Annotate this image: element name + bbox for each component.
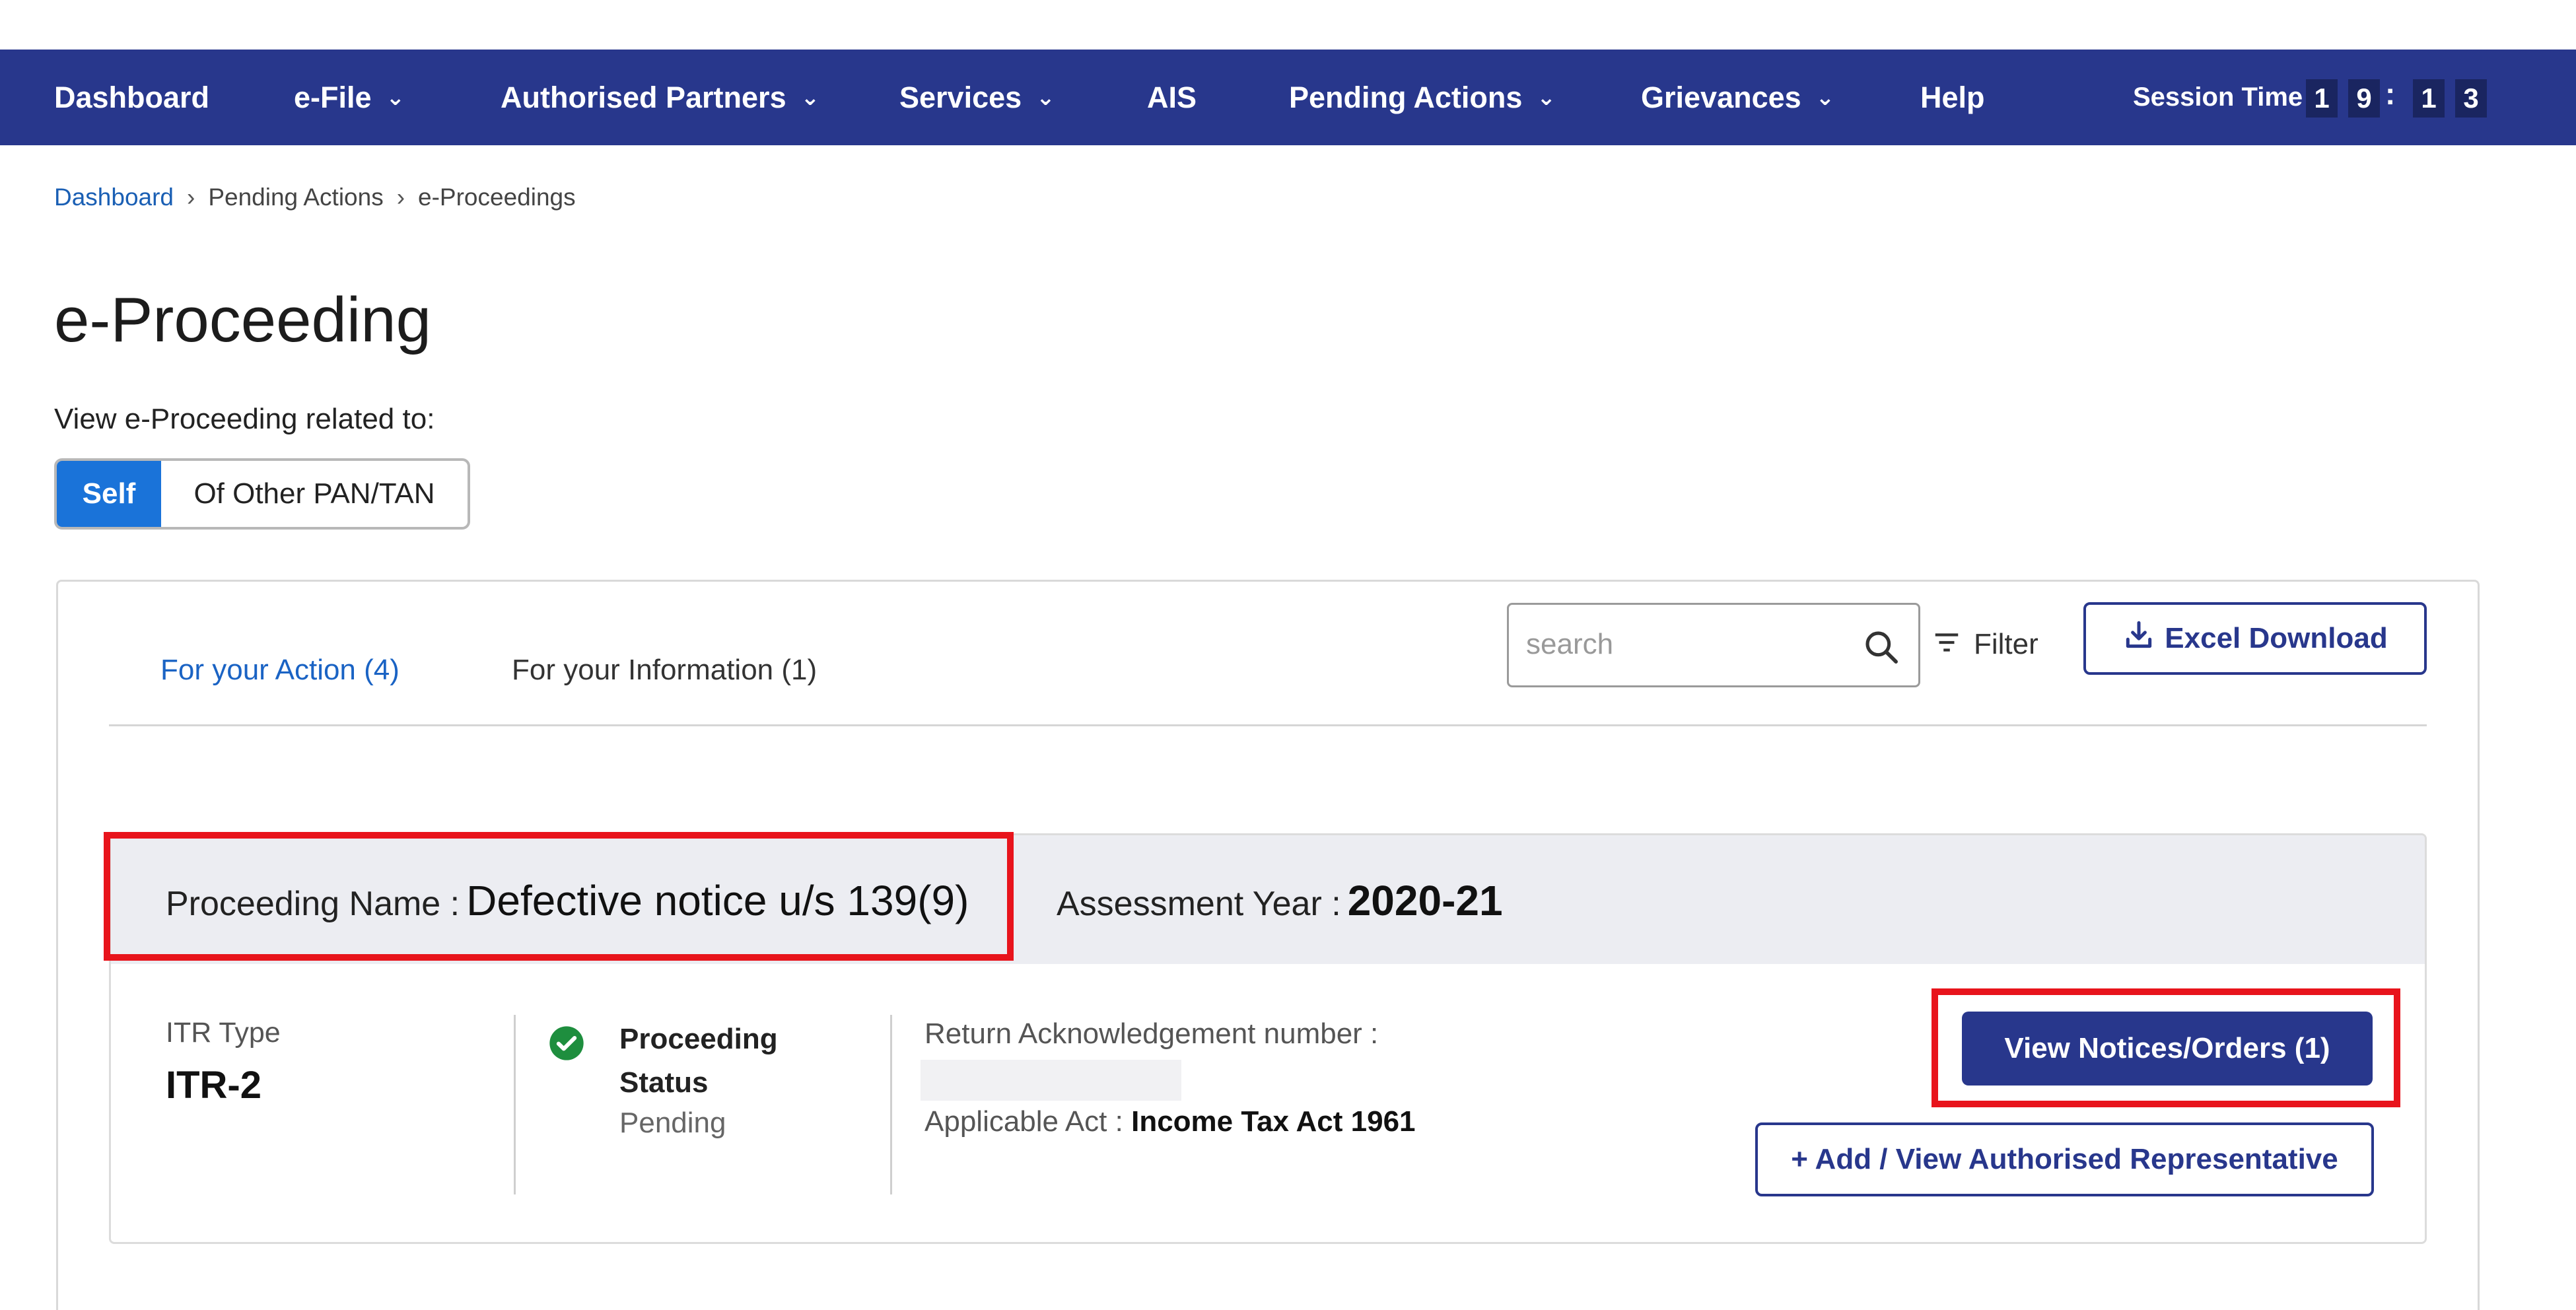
nav-pending-actions-label: Pending Actions [1289,81,1523,114]
search-input[interactable] [1525,621,1838,668]
applicable-act: Applicable Act : Income Tax Act 1961 [924,1105,1416,1138]
breadcrumb-separator: › [187,184,195,211]
assessment-year: Assessment Year :2020-21 [1057,876,1503,925]
session-digit: 1 [2306,79,2338,118]
breadcrumb: Dashboard › Pending Actions › e-Proceedings [54,184,576,211]
view-related-label: View e-Proceeding related to: [54,403,435,435]
highlight-view-notices [1932,988,2400,1107]
nav-services-label: Services [899,81,1022,114]
breadcrumb-current: e-Proceedings [418,184,576,211]
page-title: e-Proceeding [54,285,432,355]
top-nav: Dashboard e-File ⌄ Authorised Partners ⌄ S… [0,50,2576,145]
highlight-proceeding-name [104,832,1014,961]
filter-button[interactable]: Filter [1932,627,2038,661]
nav-efile[interactable]: e-File ⌄ [294,50,405,145]
search-icon[interactable] [1863,629,1900,669]
toggle-self[interactable]: Self [57,461,161,527]
nav-grievances-label: Grievances [1641,81,1801,114]
tab-for-your-information[interactable]: For your Information (1) [512,654,817,687]
nav-dashboard-label: Dashboard [54,81,210,114]
excel-download-label: Excel Download [2165,622,2388,654]
proceeding-status-value: Pending [619,1107,726,1139]
excel-download-button[interactable]: Excel Download [2083,602,2427,675]
chevron-down-icon: ⌄ [1036,85,1055,110]
assessment-year-value: 2020-21 [1347,877,1503,924]
nav-services[interactable]: Services ⌄ [899,50,1055,145]
chevron-down-icon: ⌄ [1537,85,1556,110]
nav-authorised-partners[interactable]: Authorised Partners ⌄ [501,50,819,145]
nav-ais[interactable]: AIS [1147,50,1197,145]
nav-help-label: Help [1920,81,1985,114]
search-box [1507,603,1920,687]
authorised-representative-button[interactable]: + Add / View Authorised Representative [1755,1122,2374,1196]
nav-ais-label: AIS [1147,81,1197,114]
nav-pending-actions[interactable]: Pending Actions ⌄ [1289,50,1556,145]
session-digit: 9 [2348,79,2380,118]
nav-authorised-partners-label: Authorised Partners [501,81,786,114]
proceeding-status-label: Proceeding Status [619,1023,778,1099]
applicable-act-value: Income Tax Act 1961 [1131,1105,1416,1138]
breadcrumb-separator: › [396,184,405,211]
assessment-year-label: Assessment Year : [1057,885,1341,923]
itr-type-label: ITR Type [166,1017,281,1049]
nav-help[interactable]: Help [1920,50,1985,145]
session-digit: 1 [2413,79,2445,118]
toggle-other-pan-tan[interactable]: Of Other PAN/TAN [161,461,468,527]
applicable-act-label: Applicable Act : [924,1105,1123,1138]
chevron-down-icon: ⌄ [800,85,820,110]
tab-for-your-action[interactable]: For your Action (4) [160,654,400,687]
return-ack-label: Return Acknowledgement number : [924,1017,1379,1050]
column-divider [890,1015,892,1194]
session-separator: : [2385,77,2396,111]
chevron-down-icon: ⌄ [386,85,405,110]
session-time-label: Session Time [2133,83,2303,112]
filter-icon [1935,633,1959,652]
nav-dashboard[interactable]: Dashboard [54,50,209,145]
related-to-toggle: Self Of Other PAN/TAN [54,458,470,530]
itr-type-value: ITR-2 [166,1064,261,1107]
breadcrumb-dashboard[interactable]: Dashboard [54,184,174,211]
filter-label: Filter [1974,628,2038,660]
download-icon [2126,621,2152,648]
breadcrumb-pending-actions[interactable]: Pending Actions [208,184,383,211]
tabs-divider [109,724,2427,726]
session-digit: 3 [2455,79,2487,118]
nav-grievances[interactable]: Grievances ⌄ [1641,50,1834,145]
column-divider [514,1015,516,1194]
chevron-down-icon: ⌄ [1815,85,1835,110]
check-circle-icon [548,1025,585,1065]
nav-efile-label: e-File [294,81,372,114]
return-ack-redacted [921,1060,1181,1101]
